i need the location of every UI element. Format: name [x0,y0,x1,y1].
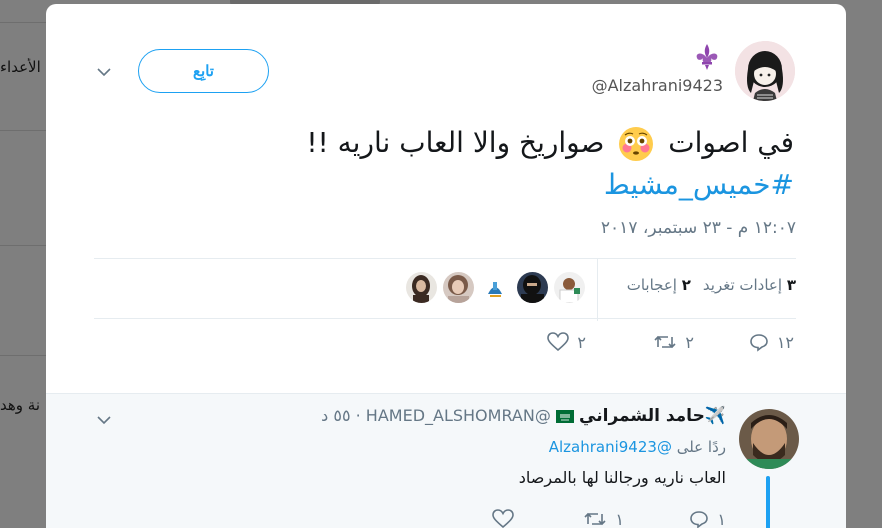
tweet-timestamp[interactable]: ١٢:٠٧ م - ٢٣ سبتمبر، ٢٠١٧ [601,218,796,238]
reply-header: ✈️حامد الشمراني @HAMED_ALSHOMRAN · ٥٥ د [321,406,726,426]
likers-avatars [406,272,585,303]
reply-action[interactable]: ١٢ [749,332,794,352]
avatar[interactable] [406,272,437,303]
reply-text: العاب ناريه ورجالنا لها بالمرصاد [518,468,726,487]
tweet-modal: @Alzahrani9423 تابِع في اصوات صواريخ وال… [46,4,846,528]
chevron-down-icon[interactable] [96,412,112,428]
hashtag-link[interactable]: #خميس_مشيط [154,164,794,206]
retweets-stat[interactable]: ٣ إعادات تغريد [703,276,796,294]
retweet-count: ٢ [685,332,694,352]
retweet-action[interactable]: ٢ [653,332,694,352]
reply-display-name[interactable]: ✈️حامد الشمراني [579,406,726,426]
reply-icon [690,511,709,528]
avatar[interactable] [443,272,474,303]
chevron-down-icon[interactable] [96,64,112,80]
avatar[interactable] [739,409,799,469]
tweet-stats: ٣ إعادات تغريد ٢ إعجابات [627,276,796,294]
likes-label: إعجابات [626,276,677,294]
avatar[interactable] [480,272,511,303]
background-text: الأعداء [0,58,41,76]
divider [597,259,598,321]
background-divider [0,245,46,246]
reply-time[interactable]: · ٥٥ د [321,406,361,425]
replying-to-handle[interactable]: @Alzahrani9423 [549,438,672,456]
reply-icon [750,334,768,352]
replying-to: ردًا على @Alzahrani9423 [549,438,726,456]
flushed-face-emoji-icon [619,127,654,161]
retweet-action[interactable]: ١ [583,509,624,528]
tweet-text-part: صواريخ والا العاب ناريه !! [306,126,605,159]
retweets-label: إعادات تغريد [702,276,783,294]
reply-action[interactable]: ١ [689,509,726,528]
retweet-icon [584,512,606,526]
reply-handle[interactable]: @HAMED_ALSHOMRAN [366,406,551,425]
follow-button[interactable]: تابِع [138,49,269,93]
like-count: ٢ [577,332,586,352]
avatar[interactable] [554,272,585,303]
replying-to-label: ردًا على [676,438,726,456]
like-action[interactable] [492,509,514,528]
background-divider [0,22,46,23]
fleur-de-lis-icon [696,44,718,70]
reply-count: ١٢ [776,332,794,352]
tweet-text-part: في اصوات [668,126,794,159]
divider [94,258,796,259]
avatar[interactable] [735,41,795,101]
user-handle[interactable]: @Alzahrani9423 [592,76,723,95]
like-action[interactable]: ٢ [547,332,586,352]
avatar[interactable] [517,272,548,303]
saudi-flag-icon [555,410,574,423]
likes-stat[interactable]: ٢ إعجابات [627,276,691,294]
background-divider [0,130,46,131]
heart-icon [547,332,570,352]
divider [94,318,796,319]
background-divider [0,355,46,356]
tweet-text: في اصوات صواريخ والا العاب ناريه !! #خمي… [154,122,794,206]
likes-count: ٢ [681,276,691,294]
thread-line [766,476,770,528]
retweet-count: ١ [615,509,624,528]
retweet-icon [654,335,676,349]
retweets-count: ٣ [786,276,796,294]
background-text: نة وهد [0,396,41,414]
reply-count: ١ [717,509,726,528]
heart-icon [492,509,514,528]
